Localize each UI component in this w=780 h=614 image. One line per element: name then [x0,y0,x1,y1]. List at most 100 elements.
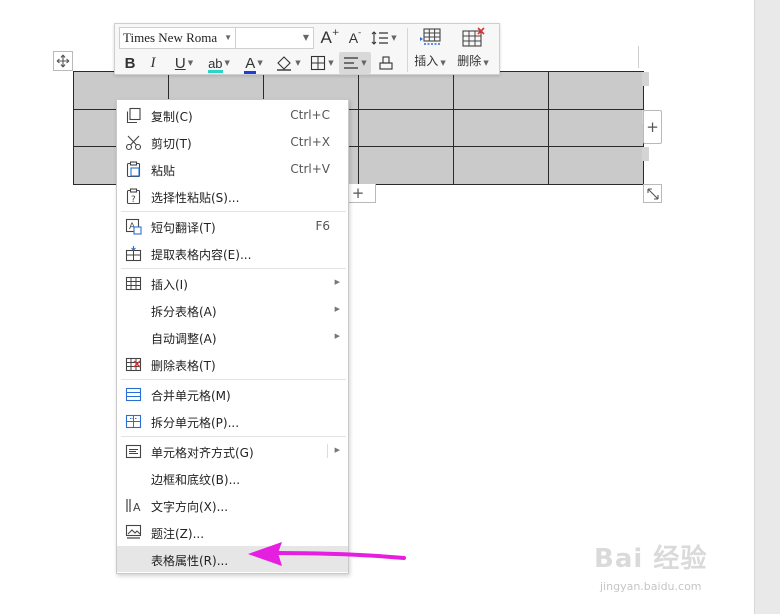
context-menu: 复制(C) Ctrl+C 剪切(T) Ctrl+X 粘贴 Ctrl+V ? 选择… [116,99,349,574]
menu-item-split-cells[interactable]: 拆分单元格(P)... [117,408,348,434]
menu-item-cut[interactable]: 剪切(T) Ctrl+X [117,129,348,155]
right-scroll-gutter [754,0,780,614]
table-cell[interactable] [358,108,454,147]
chevron-down-icon: ▼ [361,59,367,67]
table-resize-handle[interactable] [643,184,662,203]
eraser-button[interactable] [373,52,399,74]
delete-table-button[interactable]: 删除 ▼ [453,26,493,72]
font-name-select[interactable]: Times New Roma ▼ [119,27,236,49]
table-insert-icon [125,275,142,292]
cell-align-icon [125,443,142,460]
highlight-color-bar [208,69,223,73]
toolbar-separator [407,28,408,72]
eraser-icon [379,56,393,70]
chevron-down-icon: ▼ [224,33,232,42]
floating-format-toolbar: Times New Roma ▼ ▼ A + A- ▼ B I U ▼ ab ▼ … [114,23,500,75]
menu-item-borders-shading[interactable]: 边框和底纹(B)... [117,465,348,491]
menu-item-translate[interactable]: A 短句翻译(T) F6 [117,213,348,239]
row-end-marker [642,72,649,86]
insert-table-button[interactable]: 插入 ▼ [410,26,450,72]
insert-label: 插入 [414,54,439,68]
underline-button[interactable]: U ▼ [169,52,199,74]
paste-icon [125,161,142,178]
border-grid-icon [311,55,326,71]
svg-text:?: ? [131,195,136,205]
baidu-watermark: Bai 经验 jingyan.baidu.com [594,538,744,598]
font-color-bar [244,70,257,74]
split-cells-icon [125,413,142,430]
borders-button[interactable]: ▼ [307,52,337,74]
chevron-right-icon: ▶ [334,305,340,313]
table-cell[interactable] [548,108,644,147]
translate-icon: A [125,218,142,235]
paint-bucket-icon [277,56,292,71]
chevron-down-icon: ▼ [257,59,263,67]
menu-item-auto-fit[interactable]: 自动调整(A) ▶ [117,324,348,350]
table-move-handle[interactable] [53,51,73,71]
menu-item-paste-special[interactable]: ? 选择性粘贴(S)... [117,183,348,209]
chevron-down-icon: ▼ [328,59,334,67]
move-arrows-icon [56,54,70,68]
chevron-right-icon: ▶ [334,446,340,454]
table-delete-icon [462,27,485,47]
grow-font-button[interactable]: A + [319,27,341,49]
chevron-right-icon: ▶ [334,332,340,340]
shading-button[interactable]: ▼ [273,52,303,74]
menu-item-copy[interactable]: 复制(C) Ctrl+C [117,102,348,128]
font-color-button[interactable]: A ▼ [239,52,269,74]
text-direction-icon: A [125,497,142,514]
menu-item-paste[interactable]: 粘贴 Ctrl+V [117,156,348,182]
chevron-down-icon: ▼ [295,59,301,67]
resize-arrows-icon [646,187,659,200]
line-spacing-button[interactable]: ▼ [369,27,399,49]
menu-separator [121,268,346,269]
scissors-icon [125,134,142,151]
table-cell[interactable] [358,71,454,110]
font-name-value: Times New Roma [123,30,218,45]
highlight-button[interactable]: ab ▼ [203,52,235,74]
annotation-arrow [248,542,406,566]
bold-button[interactable]: B [121,52,139,74]
italic-button[interactable]: I [145,52,161,74]
table-cell[interactable] [548,146,644,185]
menu-item-insert[interactable]: 插入(I) ▶ [117,270,348,296]
table-cell[interactable] [453,108,549,147]
menu-separator [121,436,346,437]
watermark-sub-text: jingyan.baidu.com [600,580,702,593]
watermark-main-text: Bai 经验 [594,544,708,574]
chevron-down-icon: ▼ [440,59,446,67]
menu-item-split-table[interactable]: 拆分表格(A) ▶ [117,297,348,323]
line-spacing-icon [371,31,389,45]
menu-item-merge-cells[interactable]: 合并单元格(M) [117,381,348,407]
table-cell[interactable] [358,146,454,185]
menu-item-delete-table[interactable]: 删除表格(T) [117,351,348,377]
merge-cells-icon [125,386,142,403]
menu-item-cell-alignment[interactable]: 单元格对齐方式(G) ▶ [117,438,348,464]
menu-separator [121,379,346,380]
menu-item-text-direction[interactable]: A 文字方向(X)... [117,492,348,518]
menu-item-extract-table[interactable]: 提取表格内容(E)... [117,240,348,266]
shrink-font-button[interactable]: A- [345,27,365,49]
svg-text:A: A [133,501,141,514]
paste-special-icon: ? [125,188,142,205]
extract-icon [125,245,142,262]
caption-icon [125,524,142,541]
add-column-button[interactable]: + [643,110,662,144]
align-left-icon [344,57,359,69]
chevron-down-icon: ▼ [391,34,397,42]
chevron-down-icon: ▼ [224,59,230,67]
menu-separator [121,211,346,212]
table-cell[interactable] [453,146,549,185]
delete-label: 删除 [457,54,482,68]
table-cell[interactable] [548,71,644,110]
table-insert-icon [420,28,441,45]
align-button[interactable]: ▼ [339,52,371,74]
chevron-down-icon: ▼ [302,33,309,42]
table-cell[interactable] [453,71,549,110]
submenu-split-divider [327,444,328,458]
margin-corner-mark [638,46,639,68]
table-delete-icon [125,356,142,373]
font-size-select[interactable]: ▼ [236,27,314,49]
copy-icon [125,107,142,124]
row-end-marker [642,147,649,161]
